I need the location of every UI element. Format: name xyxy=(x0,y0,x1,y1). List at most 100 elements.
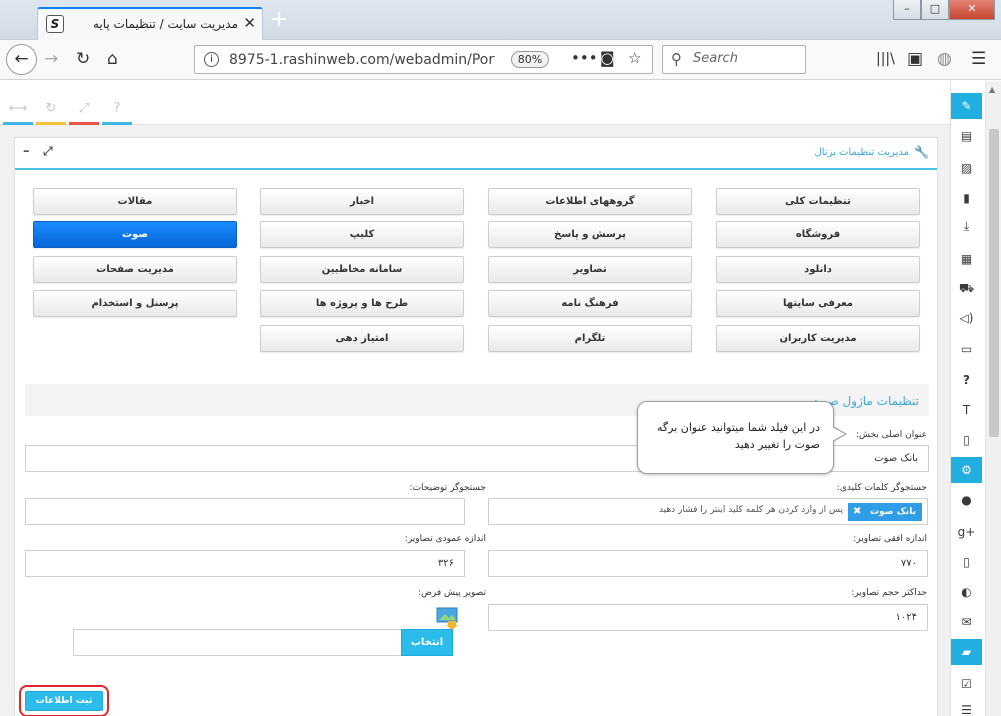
sidebar-checkbox-icon[interactable]: ☑ xyxy=(951,671,982,697)
window-close-icon[interactable]: ✕ xyxy=(949,0,995,20)
remove-tag-icon[interactable]: ✖ xyxy=(853,503,861,521)
choose-image-button[interactable]: انتخاب xyxy=(401,629,453,656)
admin-sidebar: ✎ ▤ ▨ ▮ ⤓ ▦ ⛟ ◁) ▭ ? T ▯ ⚙ ● g+ ▯ ◐ ✉ ▰ … xyxy=(950,81,982,716)
reload-icon[interactable]: ↻ xyxy=(76,49,90,69)
back-arrow-icon[interactable]: ← xyxy=(6,44,37,75)
sidebar-list-icon[interactable]: ☰ xyxy=(951,697,982,716)
module-images[interactable]: تصاویر xyxy=(488,256,692,283)
module-general-settings[interactable]: تنظیمات کلی xyxy=(716,188,920,215)
keyword-tag[interactable]: بانک صوت ✖ xyxy=(848,503,922,521)
module-clip[interactable]: کلیپ xyxy=(260,221,464,248)
keywords-tag-input[interactable]: بانک صوت ✖ xyxy=(488,498,928,525)
fullscreen-icon[interactable]: ⤢ xyxy=(69,101,99,116)
zoom-indicator[interactable]: 80% xyxy=(511,51,549,68)
img-width-input[interactable] xyxy=(488,550,928,577)
maximize-icon[interactable]: □ xyxy=(921,0,949,20)
help-icon[interactable]: ? xyxy=(102,101,132,116)
module-store[interactable]: فروشگاه xyxy=(716,221,920,248)
tooltip-pointer-fill xyxy=(832,427,845,441)
module-news[interactable]: اخبار xyxy=(260,188,464,215)
module-articles[interactable]: مقالات xyxy=(33,188,237,215)
sidebar-mobile-icon[interactable]: ▯ xyxy=(951,549,982,575)
module-user-management[interactable]: مدیریت کاربران xyxy=(716,325,920,352)
main-title-label: عنوان اصلی بخش: xyxy=(855,430,927,440)
panel-header: – ⤢ 🔧 مدیریت تنظیمات پرتال xyxy=(15,138,937,170)
library-icon[interactable]: |||\ xyxy=(876,49,895,69)
module-page-management[interactable]: مدیریت صفحات xyxy=(33,256,237,283)
home-icon[interactable]: ⌂ xyxy=(107,49,118,69)
module-faq[interactable]: پرسش و پاسخ xyxy=(488,221,692,248)
tab-close-icon[interactable]: ✕ xyxy=(243,14,256,32)
new-tab-icon[interactable]: + xyxy=(270,9,288,31)
module-glossary[interactable]: فرهنگ نامه xyxy=(488,290,692,317)
collapse-icon[interactable]: – xyxy=(23,144,30,159)
scroll-thumb[interactable] xyxy=(989,129,999,437)
img-height-input[interactable] xyxy=(25,550,465,577)
utility-toolbar: ⟷ ↻ ⤢ ? xyxy=(0,81,950,125)
page-actions-icon[interactable]: ••• xyxy=(571,49,598,67)
sidebar-text-size-icon[interactable]: T xyxy=(951,397,982,423)
module-projects[interactable]: طرح ها و پروژه ها xyxy=(260,290,464,317)
search-input[interactable] xyxy=(693,51,801,66)
sidebar-mail-icon[interactable]: ✉ xyxy=(951,609,982,635)
module-contacts[interactable]: سامانه مخاطبین xyxy=(260,256,464,283)
keywords-input[interactable] xyxy=(503,505,843,515)
module-rating[interactable]: امتیاز دهی xyxy=(260,325,464,352)
module-info-groups[interactable]: گروههای اطلاعات xyxy=(488,188,692,215)
tab-title: مدیریت سایت / تنظیمات پایه xyxy=(92,17,238,31)
sidebar-question-icon[interactable]: ? xyxy=(951,367,982,393)
page-scrollbar[interactable]: ▲ xyxy=(985,81,1001,716)
sidebar-download-icon[interactable]: ⤓ xyxy=(951,213,982,239)
sidebar-add-user-icon[interactable]: g+ xyxy=(951,519,982,545)
sidebar-document-icon[interactable]: ▮ xyxy=(951,185,982,211)
default-image-path[interactable] xyxy=(73,629,403,656)
portal-settings-panel: – ⤢ 🔧 مدیریت تنظیمات پرتال تنظیمات کلی ف… xyxy=(14,137,938,716)
forward-arrow-icon[interactable]: → xyxy=(44,49,58,69)
image-upload-icon[interactable] xyxy=(436,607,460,631)
refresh-icon[interactable]: ↻ xyxy=(36,101,66,116)
sidebar-cart-icon[interactable]: ⛟ xyxy=(951,275,982,301)
module-staff-recruitment[interactable]: پرسنل و استخدام xyxy=(33,290,237,317)
browser-navbar: ← → ↻ ⌂ i 8975-1.rashinweb.com/webadmin/… xyxy=(0,40,1001,80)
util-bar-blue xyxy=(3,122,33,125)
sidebar-toggle-icon[interactable]: ▣ xyxy=(907,49,923,69)
pocket-icon[interactable]: ◙ xyxy=(600,49,615,67)
submit-button[interactable]: ثبت اطلاعات xyxy=(25,691,103,711)
globe-icon[interactable]: ◍ xyxy=(937,49,952,69)
sidebar-settings-users-icon[interactable]: ⚙ xyxy=(951,457,982,483)
module-audio[interactable]: صوت xyxy=(33,221,237,248)
sidebar-film-icon[interactable]: ▦ xyxy=(951,246,982,272)
img-height-label: اندازه عمودی تصاویر: xyxy=(404,534,486,544)
tooltip-text: در این فیلد شما میتوانید عنوان برگه صوت … xyxy=(657,421,820,451)
browser-tab[interactable]: S مدیریت سایت / تنظیمات پایه ✕ xyxy=(37,7,263,40)
sidebar-edit-icon[interactable]: ✎ xyxy=(951,93,982,119)
resize-horizontal-icon[interactable]: ⟷ xyxy=(3,101,33,116)
sidebar-chat-icon[interactable]: ◐ xyxy=(951,579,982,605)
expand-icon[interactable]: ⤢ xyxy=(43,144,53,159)
window-controls: – □ ✕ xyxy=(893,0,995,20)
search-bar[interactable]: ⚲ xyxy=(662,45,806,74)
description-input[interactable] xyxy=(25,498,465,525)
url-bar[interactable]: i 8975-1.rashinweb.com/webadmin/Porta 80… xyxy=(194,45,653,74)
minimize-icon[interactable]: – xyxy=(893,0,921,20)
page-content: ⟷ ↻ ⤢ ? – ⤢ 🔧 مدیریت تنظیمات پرتال تنظیم… xyxy=(0,81,950,716)
img-max-size-input[interactable] xyxy=(488,604,928,631)
keyword-tag-label: بانک صوت xyxy=(870,507,916,517)
sidebar-news-icon[interactable]: ▤ xyxy=(951,123,982,149)
help-tooltip: در این فیلد شما میتوانید عنوان برگه صوت … xyxy=(637,401,847,474)
sidebar-user-icon[interactable]: ● xyxy=(951,487,982,513)
bookmark-star-icon[interactable]: ☆ xyxy=(628,49,641,67)
sidebar-image-icon[interactable]: ▨ xyxy=(951,155,982,181)
sidebar-file-icon[interactable]: ▯ xyxy=(951,427,982,453)
sidebar-folder-open-icon[interactable]: ▰ xyxy=(951,639,982,665)
site-info-icon[interactable]: i xyxy=(204,52,219,67)
menu-icon[interactable]: ☰ xyxy=(971,49,986,69)
sidebar-volume-icon[interactable]: ◁) xyxy=(951,305,982,331)
module-download[interactable]: دانلود xyxy=(716,256,920,283)
module-sites-intro[interactable]: معرفی سایتها xyxy=(716,290,920,317)
util-bar-blue-2 xyxy=(102,122,132,125)
module-telegram[interactable]: تلگرام xyxy=(488,325,692,352)
scroll-up-icon[interactable]: ▲ xyxy=(989,85,995,94)
url-text[interactable]: 8975-1.rashinweb.com/webadmin/Porta xyxy=(229,52,495,68)
sidebar-monitor-icon[interactable]: ▭ xyxy=(951,336,982,362)
